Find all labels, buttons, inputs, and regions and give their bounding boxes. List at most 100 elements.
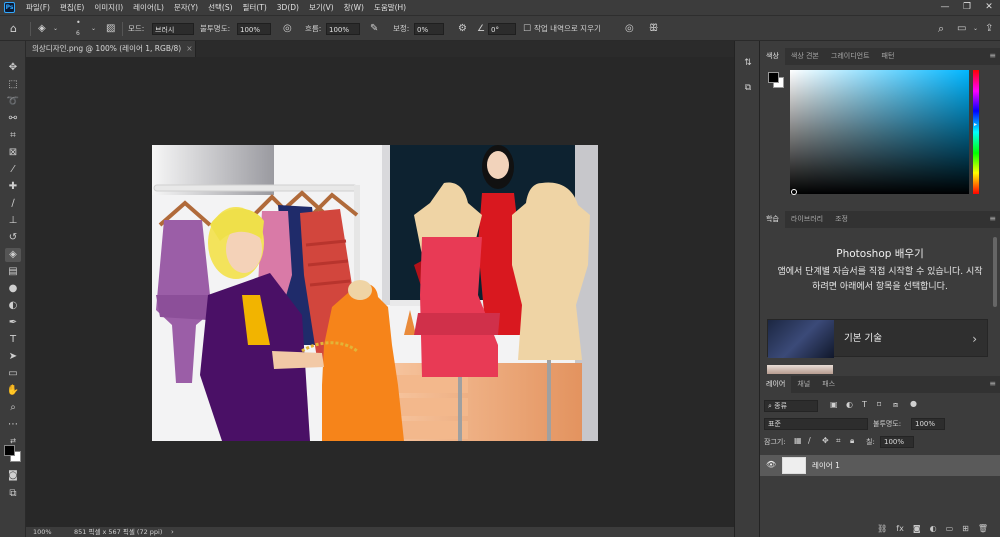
status-arrow-icon[interactable]: › xyxy=(171,527,174,537)
brush-tool-icon[interactable]: ∕ xyxy=(5,197,21,211)
close-button[interactable]: ✕ xyxy=(978,0,1000,15)
panel-menu-icon[interactable]: ≡ xyxy=(989,51,996,60)
color-picker-cursor[interactable] xyxy=(791,189,797,195)
restore-button[interactable]: ❐ xyxy=(956,0,978,15)
flow-input[interactable]: 100% xyxy=(326,23,360,35)
menu-type[interactable]: 문자(Y) xyxy=(169,2,203,13)
quick-select-tool-icon[interactable]: ⚯ xyxy=(5,112,21,126)
mask-icon[interactable]: ◙ xyxy=(913,521,921,537)
symmetry-icon[interactable]: ꕥ xyxy=(649,16,658,42)
eyedropper-tool-icon[interactable]: ⁄ xyxy=(5,163,21,177)
menu-file[interactable]: 파일(F) xyxy=(21,2,55,13)
filter-adjustment-icon[interactable]: ◐ xyxy=(846,400,853,409)
filter-shape-icon[interactable]: ⌑ xyxy=(877,400,881,409)
foreground-color-swatch[interactable] xyxy=(4,445,15,456)
screen-mode-icon[interactable]: ⧉ xyxy=(5,487,21,501)
filter-toggle-icon[interactable]: ● xyxy=(910,399,917,408)
close-icon[interactable]: × xyxy=(186,44,192,53)
rectangle-tool-icon[interactable]: ▭ xyxy=(5,367,21,381)
zoom-tool-icon[interactable]: ⌕ xyxy=(5,401,21,415)
menu-layer[interactable]: 레이어(L) xyxy=(128,2,169,13)
tab-channels[interactable]: 채널 xyxy=(791,376,816,393)
workspace-icon[interactable]: ▭ xyxy=(957,16,966,42)
color-panel-foreground-swatch[interactable] xyxy=(768,72,779,83)
tab-patterns[interactable]: 패턴 xyxy=(876,48,901,65)
opacity-input[interactable]: 100% xyxy=(237,23,271,35)
lock-position-icon[interactable]: ✥ xyxy=(822,436,829,445)
smoothing-input[interactable]: 0% xyxy=(414,23,444,35)
layer-opacity-input[interactable]: 100% xyxy=(911,418,945,430)
crop-tool-icon[interactable]: ⌗ xyxy=(5,129,21,143)
tab-adjustments[interactable]: 조정 xyxy=(829,211,854,228)
tab-gradients[interactable]: 그레이디언트 xyxy=(825,48,876,65)
dodge-tool-icon[interactable]: ◐ xyxy=(5,299,21,313)
hue-slider[interactable] xyxy=(973,70,979,194)
link-icon[interactable]: ⛓︎ xyxy=(877,521,887,537)
menu-3d[interactable]: 3D(D) xyxy=(272,3,304,12)
pressure-opacity-icon[interactable]: ◎ xyxy=(283,16,292,42)
tab-paths[interactable]: 패스 xyxy=(816,376,841,393)
lock-all-icon[interactable]: 🔒︎ xyxy=(850,436,854,446)
brush-settings-icon[interactable]: ▨ xyxy=(106,16,115,42)
lock-artboard-icon[interactable]: ⌗ xyxy=(836,436,841,446)
color-picker-field[interactable] xyxy=(790,70,969,194)
path-select-tool-icon[interactable]: ➤ xyxy=(5,350,21,364)
gradient-tool-icon[interactable]: ▤ xyxy=(5,265,21,279)
panel-menu-icon[interactable]: ≡ xyxy=(989,214,996,223)
brush-picker-chevron-icon[interactable]: ⌄ xyxy=(91,16,96,42)
eraser-tool-icon[interactable]: ◈ xyxy=(38,16,46,42)
panel-menu-icon[interactable]: ≡ xyxy=(989,379,996,388)
minimize-button[interactable]: — xyxy=(934,0,956,15)
properties-icon[interactable]: ⇅ xyxy=(741,56,755,70)
adjustment-icon[interactable]: ◐ xyxy=(930,521,937,537)
tab-libraries[interactable]: 라이브러리 xyxy=(785,211,829,228)
blur-tool-icon[interactable]: ● xyxy=(5,282,21,296)
mode-select[interactable]: 브러시 xyxy=(152,23,194,35)
lasso-tool-icon[interactable]: ➰ xyxy=(5,95,21,109)
pen-tool-icon[interactable]: ✒ xyxy=(5,316,21,330)
history-brush-tool-icon[interactable]: ↺ xyxy=(5,231,21,245)
menu-edit[interactable]: 편집(E) xyxy=(55,2,89,13)
gear-icon[interactable]: ⚙ xyxy=(458,16,467,42)
frame-tool-icon[interactable]: ⊠ xyxy=(5,146,21,160)
document-canvas[interactable] xyxy=(152,145,598,441)
eye-icon[interactable]: 👁︎ xyxy=(766,460,776,469)
menu-help[interactable]: 도움말(H) xyxy=(369,2,411,13)
hand-tool-icon[interactable]: ✋ xyxy=(5,384,21,398)
workspace-chevron-icon[interactable]: ⌄ xyxy=(973,16,978,42)
clone-stamp-tool-icon[interactable]: ⊥ xyxy=(5,214,21,228)
group-icon[interactable]: ▭ xyxy=(946,521,954,537)
airbrush-icon[interactable]: ✎ xyxy=(370,16,378,42)
hue-slider-handle-icon[interactable]: ▸ xyxy=(974,121,977,128)
new-layer-icon[interactable]: ⊞ xyxy=(962,521,969,537)
healing-brush-tool-icon[interactable]: ✚ xyxy=(5,180,21,194)
learn-card-next[interactable] xyxy=(767,365,833,374)
learn-card-basic-skills[interactable]: 기본 기술 › xyxy=(767,319,988,358)
angle-input[interactable]: 0° xyxy=(488,23,516,35)
menu-window[interactable]: 창(W) xyxy=(339,2,369,13)
marquee-tool-icon[interactable]: ⬚ xyxy=(5,78,21,92)
lock-pixels-icon[interactable]: ∕ xyxy=(808,436,811,445)
fx-icon[interactable]: fx xyxy=(896,521,904,537)
fill-input[interactable]: 100% xyxy=(880,436,914,448)
blend-mode-select[interactable]: 표준 xyxy=(764,418,868,430)
layer-name[interactable]: 레이어 1 xyxy=(812,455,840,476)
lock-transparent-icon[interactable]: ▦ xyxy=(794,436,802,445)
trash-icon[interactable]: 🗑︎ xyxy=(978,521,988,537)
filter-type-icon[interactable]: T xyxy=(862,400,867,409)
pressure-size-icon[interactable]: ◎ xyxy=(625,16,634,42)
tab-swatches[interactable]: 색상 견본 xyxy=(785,48,825,65)
search-icon[interactable]: ⌕ xyxy=(938,16,944,42)
menu-view[interactable]: 보기(V) xyxy=(304,2,339,13)
type-tool-icon[interactable]: T xyxy=(5,333,21,347)
tab-layers[interactable]: 레이어 xyxy=(760,376,792,393)
share-icon[interactable]: ⇪ xyxy=(985,16,993,42)
tool-preset-chevron-icon[interactable]: ⌄ xyxy=(53,16,58,42)
home-icon[interactable]: ⌂ xyxy=(10,16,17,42)
layer-row[interactable]: 👁︎ 레이어 1 xyxy=(760,455,1000,476)
adjustments-icon[interactable]: ⧉ xyxy=(741,81,755,95)
eraser-tool-icon[interactable]: ◈ xyxy=(5,248,21,262)
tab-learn[interactable]: 학습 xyxy=(760,211,785,228)
learn-scrollbar[interactable] xyxy=(993,237,997,307)
filter-pixel-icon[interactable]: ▣ xyxy=(830,400,838,409)
